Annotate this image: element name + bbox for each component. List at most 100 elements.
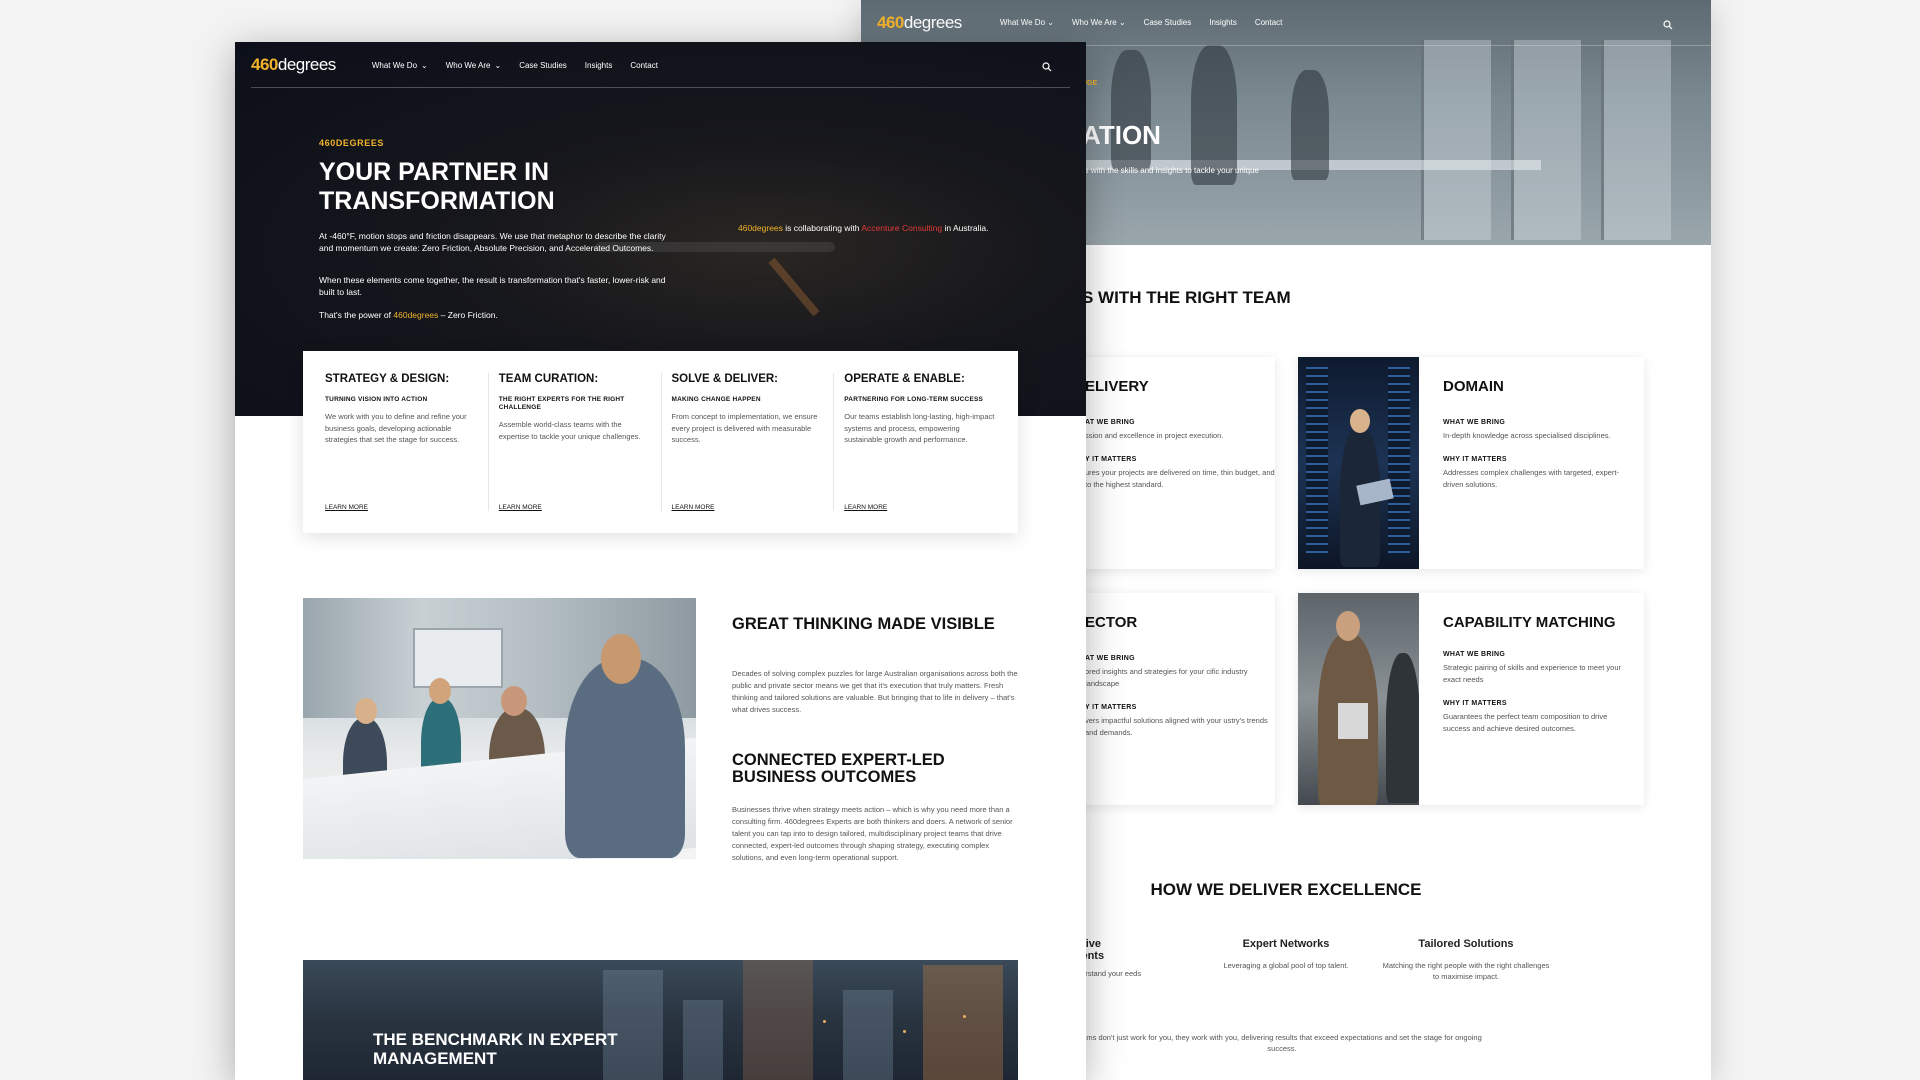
banner-light (903, 1030, 906, 1033)
search-icon[interactable] (1042, 59, 1052, 77)
card-subheading: AT WE BRING (1085, 655, 1135, 662)
hero-light-streak (768, 257, 820, 317)
card-subheading: WHY IT MATTERS (1443, 700, 1507, 707)
card-photo-team (1298, 593, 1419, 805)
hero-paragraph: At -460°F, motion stops and friction dis… (319, 231, 666, 253)
photo-whiteboard (413, 628, 503, 688)
service-text: Our teams establish long-lasting, high-i… (844, 412, 995, 444)
hero-title: YOUR PARTNER IN TRANSFORMATION (319, 158, 555, 215)
card-text: In-depth knowledge across specialised di… (1443, 431, 1611, 440)
brand-link[interactable]: 460degrees (393, 310, 438, 320)
chevron-down-icon: ⌄ (1047, 18, 1054, 27)
nav-item-contact[interactable]: Contact (1255, 18, 1283, 27)
connected-outcomes-heading: CONNECTED EXPERT-LED BUSINESS OUTCOMES (732, 751, 945, 786)
photo-person-head (355, 698, 377, 724)
banner-tower (743, 960, 813, 1080)
excellence-item-title: Expert Networks (1242, 938, 1330, 950)
team-section-heading: S WITH THE RIGHT TEAM (1082, 288, 1291, 307)
service-title: SOLVE & DELIVER: (671, 373, 779, 385)
card-text: vers impactful solutions aligned with yo… (1085, 716, 1268, 737)
service-column-strategy-design: STRATEGY & DESIGN: TURNING VISION INTO A… (315, 373, 488, 511)
chevron-down-icon: ⌄ (1118, 18, 1126, 27)
nav-item-who-we-are[interactable]: Who We Are ⌄ (446, 61, 501, 70)
excellence-item-title: Tailored Solutions (1418, 938, 1514, 950)
card-title: DOMAIN (1443, 378, 1504, 395)
service-column-team-curation: TEAM CURATION: THE RIGHT EXPERTS FOR THE… (487, 373, 661, 511)
excellence-item-text: Leveraging a global pool of top talent. (1223, 961, 1349, 970)
service-subtitle: MAKING CHANGE HAPPEN (671, 396, 761, 403)
nav-item-case-studies[interactable]: Case Studies (519, 61, 567, 70)
excellence-item-expert-networks: Expert Networks Leveraging a global pool… (1201, 938, 1371, 971)
partner-link[interactable]: Accenture Consulting (861, 223, 942, 233)
learn-more-link[interactable]: LEARN MORE (844, 504, 887, 511)
nav-item-insights[interactable]: Insights (1209, 18, 1237, 27)
excellence-item-text: Matching the right people with the right… (1382, 961, 1550, 981)
card-subheading: WHY IT MATTERS (1443, 456, 1507, 463)
card-subheading: Y IT MATTERS (1085, 456, 1137, 463)
card-text: Strategic pairing of skills and experien… (1443, 663, 1622, 684)
hero-person (1111, 50, 1151, 170)
learn-more-link[interactable]: LEARN MORE (499, 504, 542, 511)
hero-window-pane (1421, 40, 1491, 240)
benchmark-banner: THE BENCHMARK IN EXPERT MANAGEMENT (303, 960, 1018, 1080)
service-card-capability-matching: CAPABILITY MATCHING WHAT WE BRING Strate… (1298, 593, 1644, 805)
chevron-down-icon: ⌄ (421, 60, 428, 70)
photo-person-head (501, 686, 527, 716)
service-title: OPERATE & ENABLE: (844, 373, 965, 385)
nav-item-what-we-do[interactable]: What We Do ⌄ (1000, 18, 1054, 27)
card-subheading: AT WE BRING (1085, 419, 1135, 426)
hero-person (1291, 70, 1329, 180)
card-text: Addresses complex challenges with target… (1443, 468, 1619, 489)
service-title: TEAM CURATION: (498, 373, 599, 385)
brand-logo[interactable]: 460degrees (877, 13, 962, 33)
nav-item-who-we-are[interactable]: Who We Are ⌄ (1072, 18, 1126, 27)
service-text: Assemble world-class teams with the expe… (498, 420, 641, 441)
nav-item-contact[interactable]: Contact (630, 61, 658, 70)
card-text: Guarantees the perfect team composition … (1443, 712, 1608, 733)
nav-item-insights[interactable]: Insights (585, 61, 613, 70)
hero-window-pane (1601, 40, 1671, 240)
search-icon[interactable] (1663, 17, 1673, 35)
card-title: CAPABILITY MATCHING (1443, 614, 1616, 631)
great-thinking-text: Decades of solving complex puzzles for l… (732, 669, 1018, 714)
service-column-solve-deliver: SOLVE & DELIVER: MAKING CHANGE HAPPEN Fr… (660, 373, 834, 511)
service-text: From concept to implementation, we ensur… (671, 412, 818, 444)
banner-tower (923, 965, 1003, 1080)
service-text: We work with you to define and refine yo… (325, 412, 467, 444)
service-subtitle: THE RIGHT EXPERTS FOR THE RIGHT CHALLENG… (498, 396, 625, 411)
excellence-footnote: ams don't just work for you, they work w… (1082, 1033, 1482, 1053)
services-panel: STRATEGY & DESIGN: TURNING VISION INTO A… (303, 351, 1018, 533)
excellence-item-tailored-solutions: Tailored Solutions Matching the right pe… (1381, 938, 1551, 982)
benchmark-heading: THE BENCHMARK IN EXPERT MANAGEMENT (373, 1030, 618, 1068)
meeting-photo (303, 598, 696, 859)
great-thinking-heading: GREAT THINKING MADE VISIBLE (732, 615, 995, 633)
banner-light (963, 1015, 966, 1018)
card-text: ssion and excellence in project executio… (1085, 431, 1224, 440)
back-hero-subtitle: rs with the skills and insights to tackl… (1082, 166, 1259, 175)
nav-divider (251, 87, 1070, 88)
partner-notice: 460degrees is collaborating with Accentu… (738, 223, 989, 233)
photo-person-head (601, 634, 641, 684)
connected-outcomes-text: Businesses thrive when strategy meets ac… (732, 805, 1013, 862)
chevron-down-icon: ⌄ (494, 60, 502, 70)
service-subtitle: PARTNERING FOR LONG-TERM SUCCESS (844, 396, 984, 403)
card-subheading: Y IT MATTERS (1085, 704, 1137, 711)
hero-paragraph: When these elements come together, the r… (319, 275, 666, 297)
learn-more-link[interactable]: LEARN MORE (672, 504, 715, 511)
hero-paragraph-power: That's the power of 460degrees – Zero Fr… (319, 310, 498, 320)
main-nav-bar: 460degrees What We Do ⌄ Who We Are ⌄ Case … (235, 42, 1086, 88)
service-card-domain: DOMAIN WHAT WE BRING In-depth knowledge … (1298, 357, 1644, 569)
service-title: STRATEGY & DESIGN: (325, 373, 450, 385)
banner-light (823, 1020, 826, 1023)
hero-person (1191, 45, 1237, 185)
service-subtitle: TURNING VISION INTO ACTION (325, 396, 428, 403)
card-text: ures your projects are delivered on time… (1085, 468, 1275, 489)
card-photo-server-room (1298, 357, 1419, 569)
card-title: ECTOR (1085, 614, 1138, 631)
nav-item-what-we-do[interactable]: What We Do ⌄ (372, 61, 428, 70)
brand-logo[interactable]: 460degrees (251, 55, 336, 75)
learn-more-link[interactable]: LEARN MORE (325, 504, 368, 511)
nav-item-case-studies[interactable]: Case Studies (1144, 18, 1192, 27)
card-text: ored insights and strategies for your ci… (1085, 667, 1248, 688)
card-subheading: WHAT WE BRING (1443, 651, 1506, 658)
